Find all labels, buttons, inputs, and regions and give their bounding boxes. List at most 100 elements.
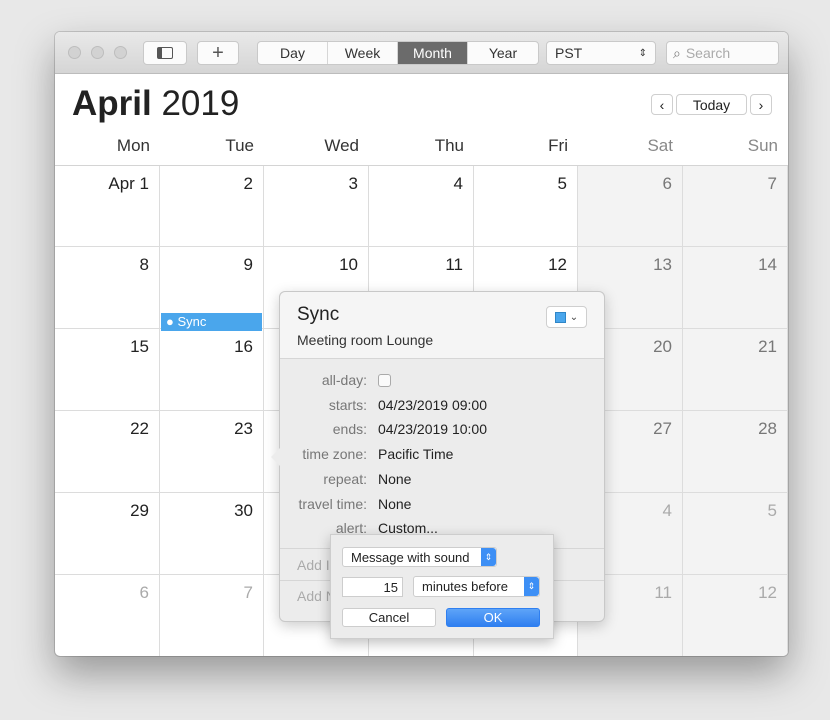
day-number: 3 bbox=[348, 174, 358, 193]
day-cell[interactable]: 8 bbox=[55, 247, 160, 329]
day-cell[interactable]: 3 bbox=[264, 166, 369, 247]
event-sync[interactable]: ● Sync bbox=[161, 313, 262, 331]
ok-button[interactable]: OK bbox=[446, 608, 540, 627]
day-cell[interactable]: 5 bbox=[683, 493, 788, 575]
day-number: 11 bbox=[445, 255, 463, 274]
alert-unit-select[interactable]: minutes before ⇕ bbox=[413, 576, 540, 597]
tab-week[interactable]: Week bbox=[328, 42, 398, 64]
day-cell[interactable]: 16 bbox=[160, 329, 264, 411]
day-number: 30 bbox=[234, 501, 253, 520]
alert-amount-input[interactable]: 15 bbox=[342, 577, 403, 597]
event-field-row: starts: 04/23/2019 09:00 bbox=[280, 397, 487, 413]
day-cell[interactable]: 14 bbox=[683, 247, 788, 329]
timezone-value: PST bbox=[555, 45, 583, 61]
day-number: 4 bbox=[662, 501, 672, 520]
add-event-button[interactable]: + bbox=[197, 41, 239, 65]
stepper-icon: ⇕ bbox=[524, 577, 539, 596]
today-button[interactable]: Today bbox=[676, 94, 747, 115]
color-swatch bbox=[554, 311, 566, 323]
alert-unit-value: minutes before bbox=[422, 579, 508, 594]
day-number: 4 bbox=[453, 174, 463, 193]
minimize-window-button[interactable] bbox=[91, 46, 104, 59]
day-cell[interactable]: 21 bbox=[683, 329, 788, 411]
day-number: 6 bbox=[662, 174, 672, 193]
timezone-select[interactable]: PST ⇕ bbox=[546, 41, 656, 65]
weekday-header: Mon bbox=[116, 136, 150, 155]
close-window-button[interactable] bbox=[68, 46, 81, 59]
alert-type-select[interactable]: Message with sound ⇕ bbox=[342, 547, 497, 567]
day-number: 28 bbox=[758, 419, 777, 438]
day-number: Apr 1 bbox=[108, 174, 149, 193]
day-cell[interactable]: 22 bbox=[55, 411, 160, 493]
calendar-color-picker[interactable]: ⌄ bbox=[546, 306, 587, 328]
day-cell[interactable]: 6 bbox=[578, 166, 683, 247]
day-number: 20 bbox=[653, 337, 672, 356]
weekday-header: Fri bbox=[548, 136, 568, 155]
day-number: 29 bbox=[130, 501, 149, 520]
cancel-button[interactable]: Cancel bbox=[342, 608, 436, 627]
stepper-icon: ⇕ bbox=[481, 548, 496, 566]
day-cell[interactable]: 2 bbox=[160, 166, 264, 247]
calendars-sidebar-button[interactable] bbox=[143, 41, 187, 65]
all-day-checkbox[interactable] bbox=[378, 374, 391, 387]
popover-arrow bbox=[271, 448, 280, 466]
tab-month[interactable]: Month bbox=[398, 42, 468, 64]
day-cell[interactable]: Apr 1 bbox=[55, 166, 160, 247]
day-number: 27 bbox=[653, 419, 672, 438]
day-cell[interactable]: 30 bbox=[160, 493, 264, 575]
sidebar-icon bbox=[157, 47, 173, 59]
field-label: ends: bbox=[332, 421, 367, 438]
event-location-field[interactable]: Meeting room Lounge bbox=[297, 332, 604, 348]
day-number: 2 bbox=[243, 174, 253, 193]
field-label: starts: bbox=[328, 396, 367, 413]
day-number: 12 bbox=[758, 583, 777, 602]
previous-month-button[interactable]: ‹ bbox=[651, 94, 673, 115]
day-cell[interactable]: 5 bbox=[474, 166, 578, 247]
day-cell[interactable]: 23 bbox=[160, 411, 264, 493]
day-number: 8 bbox=[139, 255, 149, 274]
day-number: 7 bbox=[767, 174, 777, 193]
day-number: 9 bbox=[243, 255, 253, 274]
next-month-button[interactable]: › bbox=[750, 94, 772, 115]
year-label: 2019 bbox=[161, 84, 240, 123]
event-field-row: ends: 04/23/2019 10:00 bbox=[280, 421, 487, 437]
weekday-header: Sat bbox=[647, 136, 673, 155]
day-number: 14 bbox=[758, 255, 777, 274]
custom-alert-popup: Message with sound ⇕ 15 minutes before ⇕ C… bbox=[330, 534, 554, 639]
day-cell[interactable]: 29 bbox=[55, 493, 160, 575]
day-cell[interactable]: 7 bbox=[160, 575, 264, 656]
event-field-row: travel time: None bbox=[280, 495, 412, 512]
field-value[interactable]: Pacific Time bbox=[378, 446, 453, 462]
chevron-down-icon: ⌄ bbox=[569, 311, 579, 323]
day-cell[interactable]: 15 bbox=[55, 329, 160, 411]
field-label: travel time: bbox=[298, 495, 367, 512]
day-cell[interactable]: 4 bbox=[369, 166, 474, 247]
day-number: 5 bbox=[557, 174, 567, 193]
event-field-row: repeat: None bbox=[280, 471, 411, 487]
page-title: April 2019 bbox=[72, 84, 239, 124]
event-field-row: time zone: Pacific Time bbox=[280, 446, 453, 462]
field-label: repeat: bbox=[323, 470, 367, 487]
search-input[interactable]: ⌕ Search bbox=[666, 41, 779, 65]
day-cell[interactable]: 12 bbox=[683, 575, 788, 656]
field-value[interactable]: None bbox=[378, 471, 411, 487]
field-label: all-day: bbox=[321, 372, 367, 388]
day-number: 7 bbox=[243, 583, 253, 602]
weekday-header: Wed bbox=[324, 136, 359, 155]
day-cell[interactable]: 28 bbox=[683, 411, 788, 493]
weekday-header: Thu bbox=[434, 136, 464, 155]
tab-year[interactable]: Year bbox=[468, 42, 538, 64]
plus-icon: + bbox=[212, 41, 224, 64]
day-cell[interactable]: 7 bbox=[683, 166, 788, 247]
view-switcher: Day Week Month Year bbox=[257, 41, 539, 65]
field-value[interactable]: 04/23/2019 09:00 bbox=[378, 397, 487, 413]
weekday-header: Sun bbox=[747, 136, 778, 155]
day-cell[interactable]: 6 bbox=[55, 575, 160, 656]
day-number: 16 bbox=[234, 337, 253, 356]
day-number: 13 bbox=[653, 255, 672, 274]
field-value[interactable]: 04/23/2019 10:00 bbox=[378, 421, 487, 437]
field-value[interactable]: None bbox=[378, 496, 411, 512]
tab-day[interactable]: Day bbox=[258, 42, 328, 64]
event-title: Sync bbox=[177, 314, 207, 329]
zoom-window-button[interactable] bbox=[114, 46, 127, 59]
